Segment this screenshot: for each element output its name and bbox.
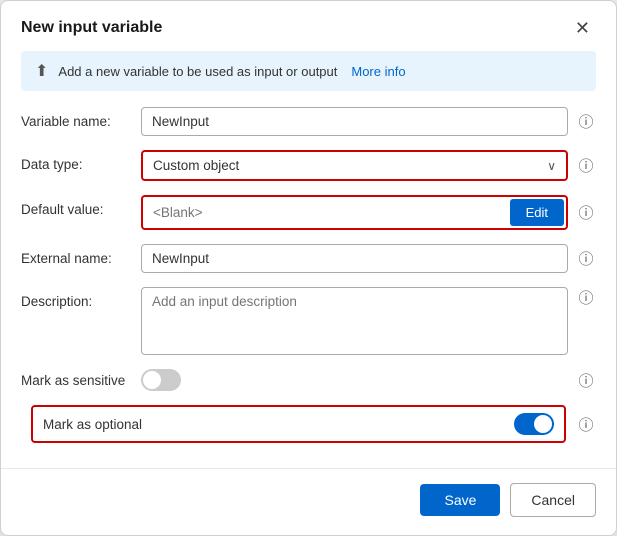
mark-sensitive-info-icon[interactable]: ⓘ: [576, 370, 596, 391]
variable-name-control: ⓘ: [141, 107, 596, 136]
external-name-label: External name:: [21, 244, 131, 266]
data-type-info-icon[interactable]: ⓘ: [576, 155, 596, 176]
mark-optional-slider: [514, 413, 554, 435]
default-value-info-icon[interactable]: ⓘ: [576, 202, 596, 223]
data-type-row: Data type: Custom object String Integer …: [21, 150, 596, 181]
variable-name-input[interactable]: [141, 107, 568, 136]
mark-sensitive-toggle[interactable]: [141, 369, 181, 391]
mark-sensitive-toggle-wrap: ⓘ: [141, 369, 596, 391]
cancel-button[interactable]: Cancel: [510, 483, 596, 517]
dialog-footer: Save Cancel: [1, 468, 616, 535]
external-name-row: External name: ⓘ: [21, 244, 596, 273]
blank-input-wrap: Edit: [141, 195, 568, 230]
variable-name-label: Variable name:: [21, 107, 131, 129]
new-input-variable-dialog: New input variable ✕ ⬆ Add a new variabl…: [0, 0, 617, 536]
description-control: ⓘ: [141, 287, 596, 355]
save-button[interactable]: Save: [420, 484, 500, 516]
variable-name-info-icon[interactable]: ⓘ: [576, 111, 596, 132]
close-button[interactable]: ✕: [569, 17, 596, 39]
dialog-title-bar: New input variable ✕: [1, 1, 616, 51]
external-name-control: ⓘ: [141, 244, 596, 273]
data-type-control: Custom object String Integer Float Boole…: [141, 150, 596, 181]
data-type-select-wrapper: Custom object String Integer Float Boole…: [141, 150, 568, 181]
description-label: Description:: [21, 287, 131, 309]
mark-optional-toggle[interactable]: [514, 413, 554, 435]
more-info-link[interactable]: More info: [351, 64, 405, 79]
data-type-label: Data type:: [21, 150, 131, 172]
form-body: Variable name: ⓘ Data type: Custom objec…: [1, 107, 616, 468]
mark-sensitive-label: Mark as sensitive: [21, 373, 131, 388]
description-row: Description: ⓘ: [21, 287, 596, 355]
mark-sensitive-slider: [141, 369, 181, 391]
mark-optional-info-icon[interactable]: ⓘ: [576, 414, 596, 435]
default-value-input[interactable]: [143, 199, 508, 226]
variable-name-row: Variable name: ⓘ: [21, 107, 596, 136]
external-name-input[interactable]: [141, 244, 568, 273]
edit-button[interactable]: Edit: [510, 199, 564, 226]
mark-optional-row: Mark as optional ⓘ: [21, 405, 596, 443]
description-textarea[interactable]: [141, 287, 568, 355]
external-name-info-icon[interactable]: ⓘ: [576, 248, 596, 269]
banner-text: Add a new variable to be used as input o…: [58, 64, 337, 79]
mark-optional-label: Mark as optional: [43, 417, 504, 432]
default-value-control: Edit ⓘ: [141, 195, 596, 230]
dialog-title: New input variable: [21, 19, 162, 37]
mark-sensitive-row: Mark as sensitive ⓘ: [21, 369, 596, 391]
info-banner: ⬆ Add a new variable to be used as input…: [21, 51, 596, 91]
default-value-row: Default value: Edit ⓘ: [21, 195, 596, 230]
upload-icon: ⬆: [35, 61, 48, 81]
description-info-icon[interactable]: ⓘ: [576, 287, 596, 308]
mark-optional-box: Mark as optional: [31, 405, 566, 443]
data-type-select[interactable]: Custom object String Integer Float Boole…: [143, 152, 566, 179]
default-value-label: Default value:: [21, 195, 131, 217]
